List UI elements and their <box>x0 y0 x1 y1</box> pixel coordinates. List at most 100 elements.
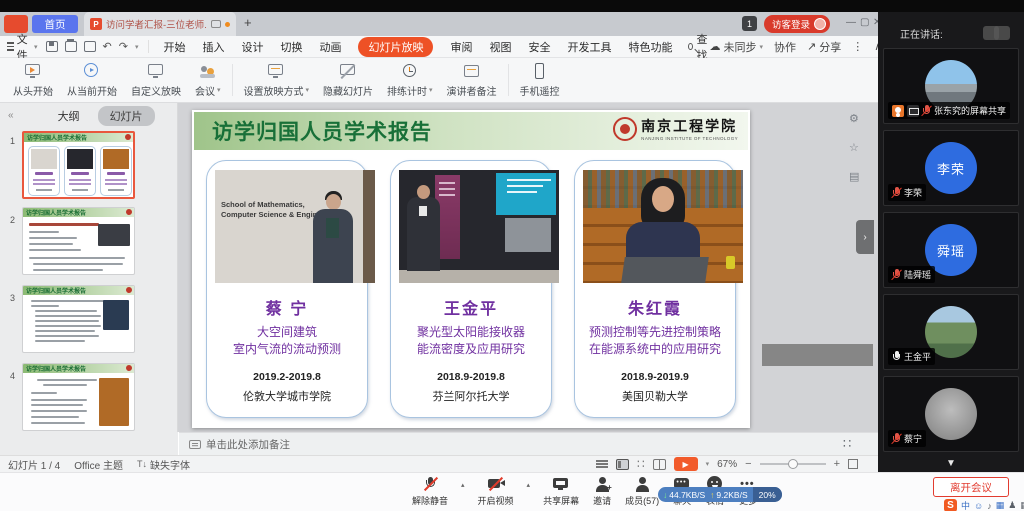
quickbar-caret-icon[interactable]: ▾ <box>135 43 139 51</box>
unmute-button[interactable]: 解除静音 <box>412 476 448 507</box>
theme-name[interactable]: Office 主题 <box>74 457 123 472</box>
participant-tile[interactable]: 李荣 李荣 <box>883 130 1019 206</box>
play-slideshow-button[interactable]: ▶ <box>674 457 698 471</box>
members-button[interactable]: 成员(57) <box>625 476 659 507</box>
scholar-card-3[interactable]: 朱红霞 预测控制等先进控制策略在能源系统中的应用研究 2018.9-2019.9… <box>574 160 736 418</box>
slide-thumbnail-4[interactable]: 访学归国人员学术报告 <box>22 363 135 431</box>
grid-view-icon[interactable]: ∷ <box>843 436 851 452</box>
ribbon-tabs: 开始 插入 设计 切换 动画 幻灯片放映 审阅 视图 安全 开发工具 特色功能 <box>149 37 672 57</box>
tab-transition[interactable]: 切换 <box>280 39 302 55</box>
layers-icon[interactable]: ▤ <box>849 170 859 183</box>
panel-collapse-handle[interactable]: › <box>856 220 874 254</box>
restore-button[interactable]: ▢ <box>860 17 869 28</box>
share-button[interactable]: ↗ 分享 <box>807 39 841 55</box>
tool-tray-icon[interactable]: ♟ <box>1008 500 1016 511</box>
tab-review[interactable]: 审阅 <box>450 39 472 55</box>
zoom-level[interactable]: 67% <box>717 459 737 470</box>
tab-devtools[interactable]: 开发工具 <box>567 39 611 55</box>
emoji-tray-icon[interactable]: ☺ <box>974 501 983 511</box>
scholar-card-2[interactable]: 王金平 聚光型太阳能接收器能流密度及应用研究 2018.9-2019.8 芬兰阿… <box>390 160 552 418</box>
leave-meeting-button[interactable]: 离开会议 <box>933 477 1009 497</box>
video-options-caret[interactable]: ▴ <box>527 481 531 489</box>
sync-status-button[interactable]: ☁ 未同步 ▾ <box>709 39 763 55</box>
floating-overlay-bar[interactable] <box>762 344 873 366</box>
meeting-button[interactable]: 会议▾ <box>188 63 228 98</box>
notes-view-icon[interactable] <box>596 460 608 468</box>
phone-remote-button[interactable]: 手机遥控 <box>513 63 567 98</box>
keyboard-tray-icon[interactable]: ▦ <box>996 500 1005 511</box>
invite-button[interactable]: + 邀请 <box>592 476 612 507</box>
new-tab-button[interactable]: + <box>244 15 252 30</box>
document-tab[interactable]: P 访问学者汇报-三位老师.pptx <box>84 12 236 36</box>
mic-options-caret[interactable]: ▴ <box>461 481 465 489</box>
reading-view-icon[interactable] <box>653 459 666 470</box>
window-count-badge[interactable]: 1 <box>742 16 757 31</box>
tab-design[interactable]: 设计 <box>241 39 263 55</box>
presenter-notes-button[interactable]: 演讲者备注 <box>440 63 504 98</box>
slide-thumbnail-3[interactable]: 访学归国人员学术报告 <box>22 285 135 353</box>
tab-animation[interactable]: 动画 <box>319 39 341 55</box>
slides-tab-selected[interactable]: 幻灯片 <box>98 106 155 126</box>
tab-security[interactable]: 安全 <box>528 39 550 55</box>
participant-tile[interactable]: 蔡宁 <box>883 376 1019 452</box>
zoom-slider-knob[interactable] <box>788 459 798 469</box>
tab-view[interactable]: 视图 <box>489 39 511 55</box>
participant-tile[interactable]: 舜瑶 陆舜瑶 <box>883 212 1019 288</box>
undo-icon[interactable]: ↶ <box>103 40 112 53</box>
scholar-topic: 大空间建筑室内气流的流动预测 <box>207 324 367 358</box>
audio-tray-icon[interactable]: ♪ <box>987 501 992 511</box>
zoom-out-icon[interactable]: − <box>745 458 751 470</box>
participant-tag: 李荣 <box>888 184 926 201</box>
more-menu-icon[interactable]: ⋮ <box>852 40 863 53</box>
download-speed: 44.7KB/S <box>669 490 705 500</box>
minimize-button[interactable]: — <box>846 17 856 28</box>
scroll-participants-down-icon[interactable]: ▼ <box>878 458 1024 469</box>
redo-icon[interactable]: ↷ <box>119 40 128 53</box>
phone-icon <box>530 63 550 80</box>
start-video-button[interactable]: 开启视频 <box>478 476 514 507</box>
sogou-tray-icon[interactable]: S <box>944 499 957 511</box>
tab-insert[interactable]: 插入 <box>202 39 224 55</box>
participant-tile[interactable]: 王金平 <box>883 294 1019 370</box>
setup-show-button[interactable]: 设置放映方式▾ <box>237 63 317 98</box>
grid-tray-icon[interactable]: ▦ <box>1020 500 1024 511</box>
zoom-slider[interactable] <box>760 463 826 465</box>
start-from-beginning-button[interactable]: 从头开始 <box>6 63 60 98</box>
missing-font-warning[interactable]: T↓ 缺失字体 <box>137 457 190 472</box>
fullscreen-icon[interactable] <box>848 459 858 469</box>
star-icon[interactable]: ☆ <box>849 141 859 154</box>
zoom-in-icon[interactable]: + <box>834 458 840 470</box>
thumb-number: 1 <box>10 136 15 146</box>
settings-icon[interactable]: ⚙ <box>849 112 859 125</box>
scholar-card-1[interactable]: School of Mathematics,Computer Science &… <box>206 160 368 418</box>
thumb-number: 4 <box>10 371 15 381</box>
hide-slide-button[interactable]: 隐藏幻灯片 <box>316 63 380 98</box>
guest-login-button[interactable]: 访客登录 <box>764 15 830 33</box>
save-icon[interactable] <box>46 41 58 52</box>
slide-sorter-icon[interactable]: ∷ <box>637 457 645 471</box>
tab-slideshow-active[interactable]: 幻灯片放映 <box>358 37 433 57</box>
play-caret-icon[interactable]: ▾ <box>706 460 710 468</box>
collapse-panel-icon[interactable]: « <box>0 110 24 121</box>
cloud-icon: ☁ <box>709 40 720 53</box>
slideshow-ribbon: 从头开始 从当前开始 自定义放映 会议▾ 设置放映方式▾ 隐藏幻灯片 <box>0 58 878 103</box>
start-from-current-button[interactable]: 从当前开始 <box>60 63 124 98</box>
caret-down-icon: ▾ <box>429 86 433 94</box>
collaborate-button[interactable]: 协作 <box>774 39 796 55</box>
slide-thumbnail-2[interactable]: 访学归国人员学术报告 <box>22 207 135 275</box>
print-preview-icon[interactable] <box>84 41 96 52</box>
share-screen-button[interactable]: 共享屏幕 <box>543 476 579 507</box>
slide-1[interactable]: 访学归国人员学术报告 南京工程学院 NANJING INSTITUTE OF T… <box>192 110 750 428</box>
tab-home[interactable]: 开始 <box>163 39 185 55</box>
outline-tab[interactable]: 大纲 <box>58 108 80 124</box>
notes-bar[interactable]: 单击此处添加备注 <box>179 432 878 455</box>
normal-view-icon[interactable] <box>616 459 629 470</box>
ime-tray-icon[interactable]: 中 <box>961 499 970 511</box>
participant-tile-share[interactable]: 张东究的屏幕共享 <box>883 48 1019 124</box>
print-icon[interactable] <box>65 41 77 52</box>
slide-thumbnail-1-selected[interactable]: 访学归国人员学术报告 <box>22 131 135 199</box>
custom-show-button[interactable]: 自定义放映 <box>124 63 188 98</box>
rehearse-timings-button[interactable]: 排练计时▾ <box>380 63 440 98</box>
tab-features[interactable]: 特色功能 <box>628 39 672 55</box>
members-icon <box>632 476 652 492</box>
